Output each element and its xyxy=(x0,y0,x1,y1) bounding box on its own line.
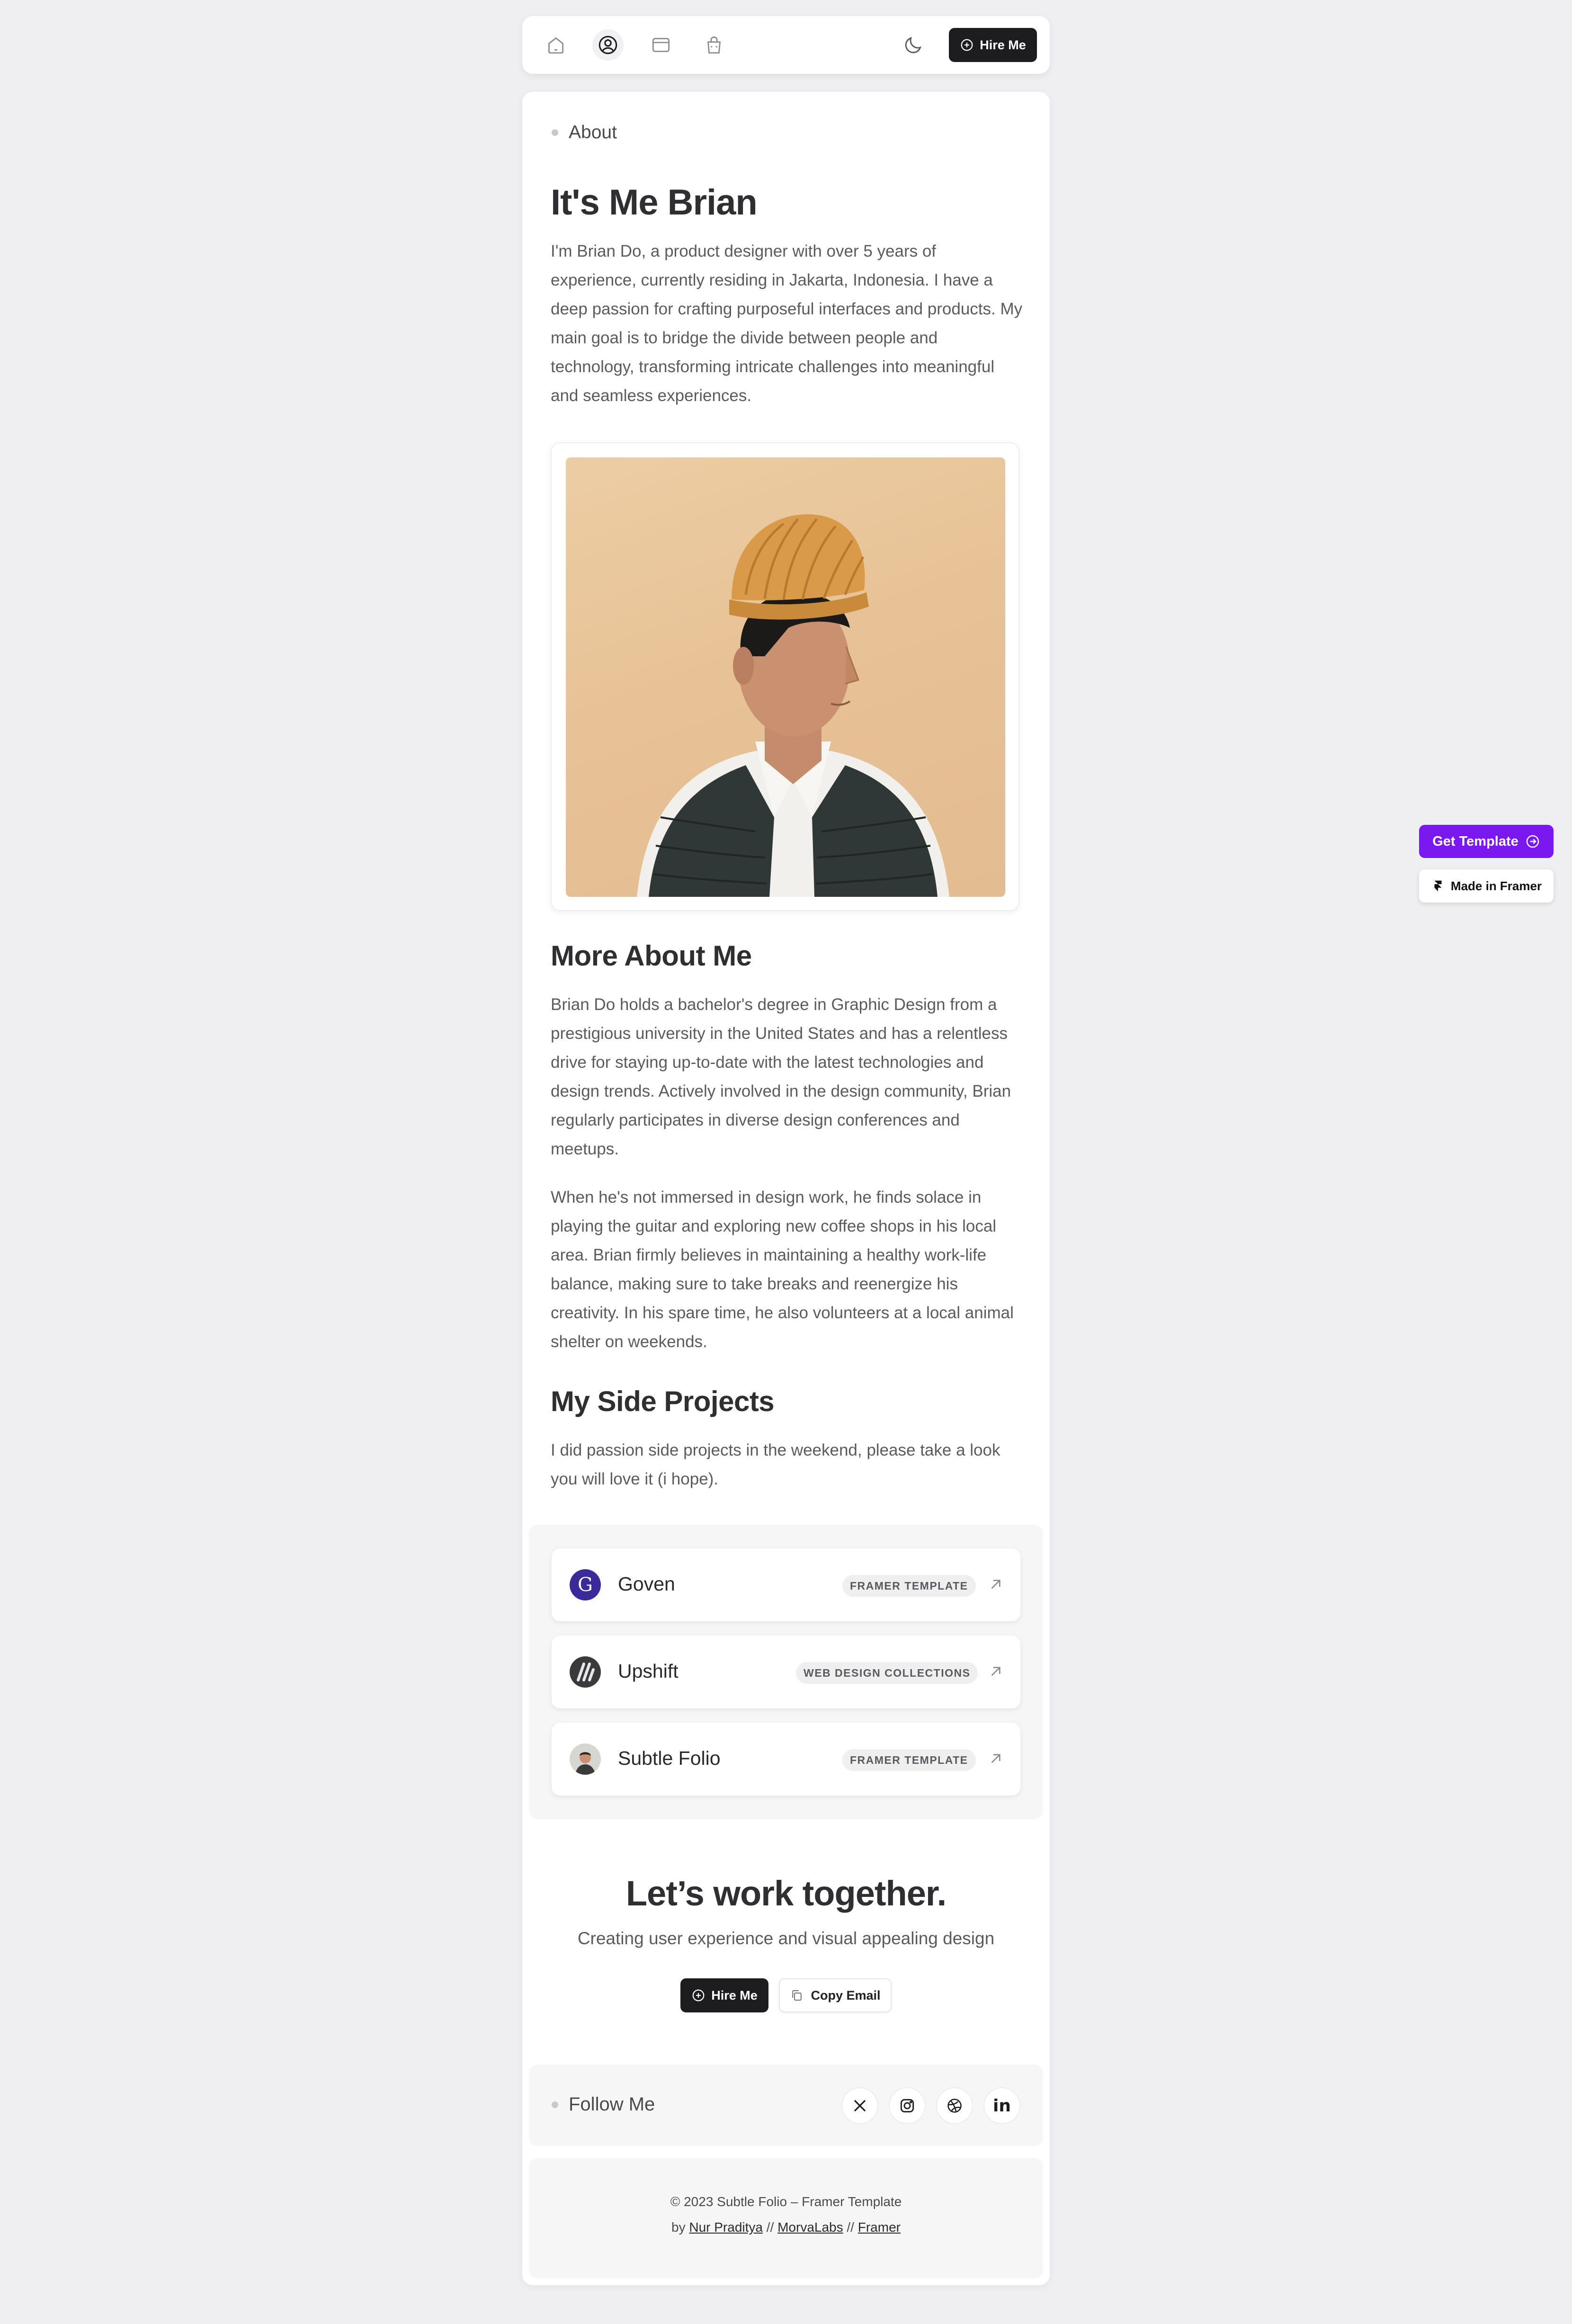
upshift-logo-icon xyxy=(570,1656,601,1688)
project-tag: FRAMER TEMPLATE xyxy=(842,1749,976,1771)
get-template-label: Get Template xyxy=(1432,833,1518,849)
project-name: Subtle Folio xyxy=(618,1747,721,1769)
project-name: Goven xyxy=(618,1573,675,1595)
plus-circle-icon xyxy=(961,39,973,51)
intro-paragraph: I'm Brian Do, a product designer with ov… xyxy=(551,242,1023,405)
more-about-paragraph-1: Brian Do holds a bachelor's degree in Gr… xyxy=(551,995,1011,1158)
main-card: About It's Me Brian I'm Brian Do, a prod… xyxy=(522,92,1050,2285)
framer-link[interactable]: Framer xyxy=(858,2220,901,2235)
arrow-right-circle-icon xyxy=(1526,835,1539,848)
top-nav: Hire Me xyxy=(522,16,1050,74)
studio-link[interactable]: MorvaLabs xyxy=(777,2220,843,2235)
cta-title: Let’s work together. xyxy=(625,1874,947,1913)
page-title: It's Me Brian xyxy=(551,182,758,223)
footer-by: by xyxy=(671,2220,686,2235)
bullet-dot xyxy=(552,129,558,136)
more-about-title: More About Me xyxy=(551,940,752,972)
projects-list: G Goven FRAMER TEMPLATE Upshift WEB DESI… xyxy=(529,1525,1043,1819)
made-in-framer-label: Made in Framer xyxy=(1450,878,1542,893)
arrow-up-right-icon xyxy=(991,1754,1000,1763)
project-tag: FRAMER TEMPLATE xyxy=(842,1575,976,1597)
copy-icon xyxy=(792,1990,802,2001)
linkedin-text: in xyxy=(993,2096,1011,2116)
project-item-goven[interactable]: G Goven FRAMER TEMPLATE xyxy=(552,1548,1020,1621)
hire-me-button[interactable]: Hire Me xyxy=(949,28,1037,62)
linkedin-icon[interactable]: in xyxy=(983,2087,1020,2124)
framer-logo-icon xyxy=(1434,880,1442,892)
bullet-dot xyxy=(552,2101,558,2108)
hire-me-label: Hire Me xyxy=(980,37,1026,52)
follow-label: Follow Me xyxy=(552,2094,655,2115)
follow-section: Follow Me in xyxy=(529,2065,1043,2146)
footer-separator: // xyxy=(847,2220,854,2235)
home-icon[interactable] xyxy=(540,29,572,61)
instagram-icon[interactable] xyxy=(889,2087,926,2124)
breadcrumb-label: About xyxy=(569,122,617,143)
cta-hire-me-button[interactable]: Hire Me xyxy=(680,1978,768,2012)
x-icon[interactable] xyxy=(841,2087,878,2124)
footer-copyright: © 2023 Subtle Folio – Framer Template xyxy=(670,2194,902,2209)
copy-email-label: Copy Email xyxy=(811,1988,881,2002)
side-projects-title: My Side Projects xyxy=(551,1385,775,1417)
moon-icon[interactable] xyxy=(898,29,929,61)
project-item-upshift[interactable]: Upshift WEB DESIGN COLLECTIONS xyxy=(552,1636,1020,1708)
portrait-illustration xyxy=(637,514,949,897)
cta-subtitle: Creating user experience and visual appe… xyxy=(577,1929,995,1948)
project-name: Upshift xyxy=(618,1660,679,1682)
follow-label-text: Follow Me xyxy=(569,2094,655,2115)
side-projects-desc: I did passion side projects in the weeke… xyxy=(551,1441,1000,1488)
dribbble-icon[interactable] xyxy=(936,2087,973,2124)
project-tag: WEB DESIGN COLLECTIONS xyxy=(796,1662,978,1684)
footer-separator: // xyxy=(766,2220,774,2235)
goven-logo-icon: G xyxy=(570,1569,601,1600)
profile-photo-frame xyxy=(551,442,1019,911)
get-template-button[interactable]: Get Template xyxy=(1419,825,1554,858)
author-link[interactable]: Nur Praditya xyxy=(689,2220,763,2235)
bag-icon[interactable] xyxy=(698,29,730,61)
subtle-folio-avatar-icon xyxy=(570,1743,601,1775)
arrow-up-right-icon xyxy=(991,1580,1000,1589)
copy-email-button[interactable]: Copy Email xyxy=(779,1978,892,2012)
project-item-subtle-folio[interactable]: Subtle Folio FRAMER TEMPLATE xyxy=(552,1723,1020,1796)
cta-hire-me-label: Hire Me xyxy=(711,1988,758,2002)
made-in-framer-badge[interactable]: Made in Framer xyxy=(1419,869,1554,903)
footer: © 2023 Subtle Folio – Framer Template by… xyxy=(529,2158,1043,2279)
plus-circle-icon xyxy=(692,1989,705,2002)
card-icon[interactable] xyxy=(645,29,677,61)
profile-photo xyxy=(566,457,1005,897)
arrow-up-right-icon xyxy=(991,1667,1000,1676)
user-circle-icon[interactable] xyxy=(592,29,624,61)
footer-credits: by Nur Praditya // MorvaLabs // Framer xyxy=(529,2220,1043,2235)
breadcrumb: About xyxy=(552,122,617,143)
more-about-paragraph-2: When he's not immersed in design work, h… xyxy=(551,1188,1014,1351)
